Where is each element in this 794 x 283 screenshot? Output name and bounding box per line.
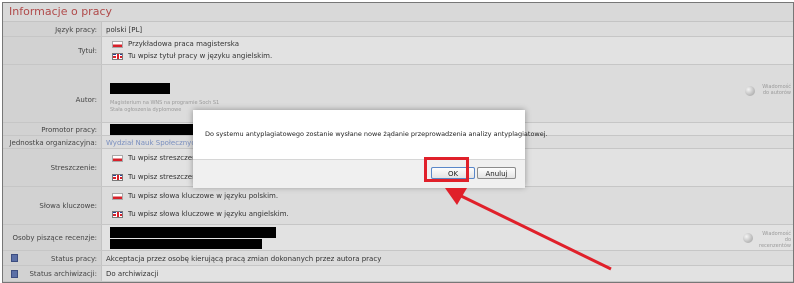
page-frame: Informacje o pracy Język pracy: polski […: [2, 2, 794, 283]
arrow-annotation: [445, 188, 612, 271]
arrow-shaft: [454, 191, 612, 271]
